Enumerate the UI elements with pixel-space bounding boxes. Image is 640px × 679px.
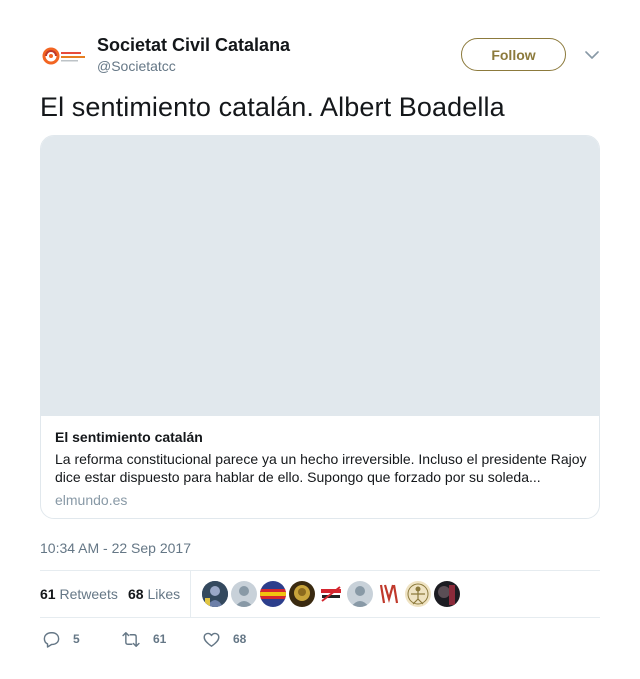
- card-description: La reforma constitucional parece ya un h…: [55, 451, 587, 485]
- card-domain: elmundo.es: [55, 492, 128, 508]
- retweet-button[interactable]: 61: [121, 628, 166, 650]
- reply-count: 5: [73, 632, 80, 646]
- card-title: El sentimiento catalán: [55, 429, 203, 445]
- liker-avatar[interactable]: [231, 581, 257, 607]
- tweet-stats: 61 Retweets 68 Likes: [40, 571, 600, 617]
- author-handle[interactable]: @Societatcc: [97, 58, 176, 74]
- tweet-timestamp[interactable]: 10:34 AM - 22 Sep 2017: [40, 540, 191, 556]
- card-image: [41, 136, 599, 416]
- heart-icon: [203, 632, 220, 647]
- chevron-down-icon: [585, 51, 599, 59]
- tweet-text: El sentimiento catalán. Albert Boadella: [40, 92, 505, 122]
- liker-avatar[interactable]: [405, 581, 431, 607]
- liker-avatar[interactable]: [347, 581, 373, 607]
- liker-avatar[interactable]: [202, 581, 228, 607]
- tweet-header: Societat Civil Catalana @Societatcc Foll…: [40, 34, 600, 78]
- divider: [40, 617, 600, 618]
- follow-button[interactable]: Follow: [461, 38, 566, 71]
- likes-stat-count: 68: [128, 586, 144, 602]
- liker-avatar[interactable]: [260, 581, 286, 607]
- logo-icon: [42, 47, 85, 65]
- retweets-stat-count: 61: [40, 586, 56, 602]
- liker-avatar[interactable]: [289, 581, 315, 607]
- like-button[interactable]: 68: [202, 628, 246, 650]
- likes-stat[interactable]: 68 Likes: [128, 586, 180, 602]
- liker-avatar[interactable]: [318, 581, 344, 607]
- like-count: 68: [233, 632, 247, 646]
- retweet-count: 61: [153, 632, 167, 646]
- liker-avatar[interactable]: [376, 581, 402, 607]
- retweets-stat[interactable]: 61 Retweets: [40, 586, 118, 602]
- retweets-stat-label: Retweets: [59, 586, 118, 602]
- author-avatar[interactable]: [40, 34, 88, 78]
- likes-stat-label: Likes: [147, 586, 181, 602]
- link-card[interactable]: El sentimiento catalán La reforma consti…: [40, 135, 600, 519]
- reply-icon: [43, 631, 60, 648]
- author-name[interactable]: Societat Civil Catalana: [97, 35, 290, 56]
- reply-button[interactable]: 5: [42, 628, 80, 650]
- stats-divider: [190, 571, 191, 617]
- retweet-icon: [122, 631, 140, 647]
- more-options-button[interactable]: [583, 46, 601, 64]
- liker-avatar[interactable]: [434, 581, 460, 607]
- tweet-actions: 5 61 68: [40, 628, 600, 652]
